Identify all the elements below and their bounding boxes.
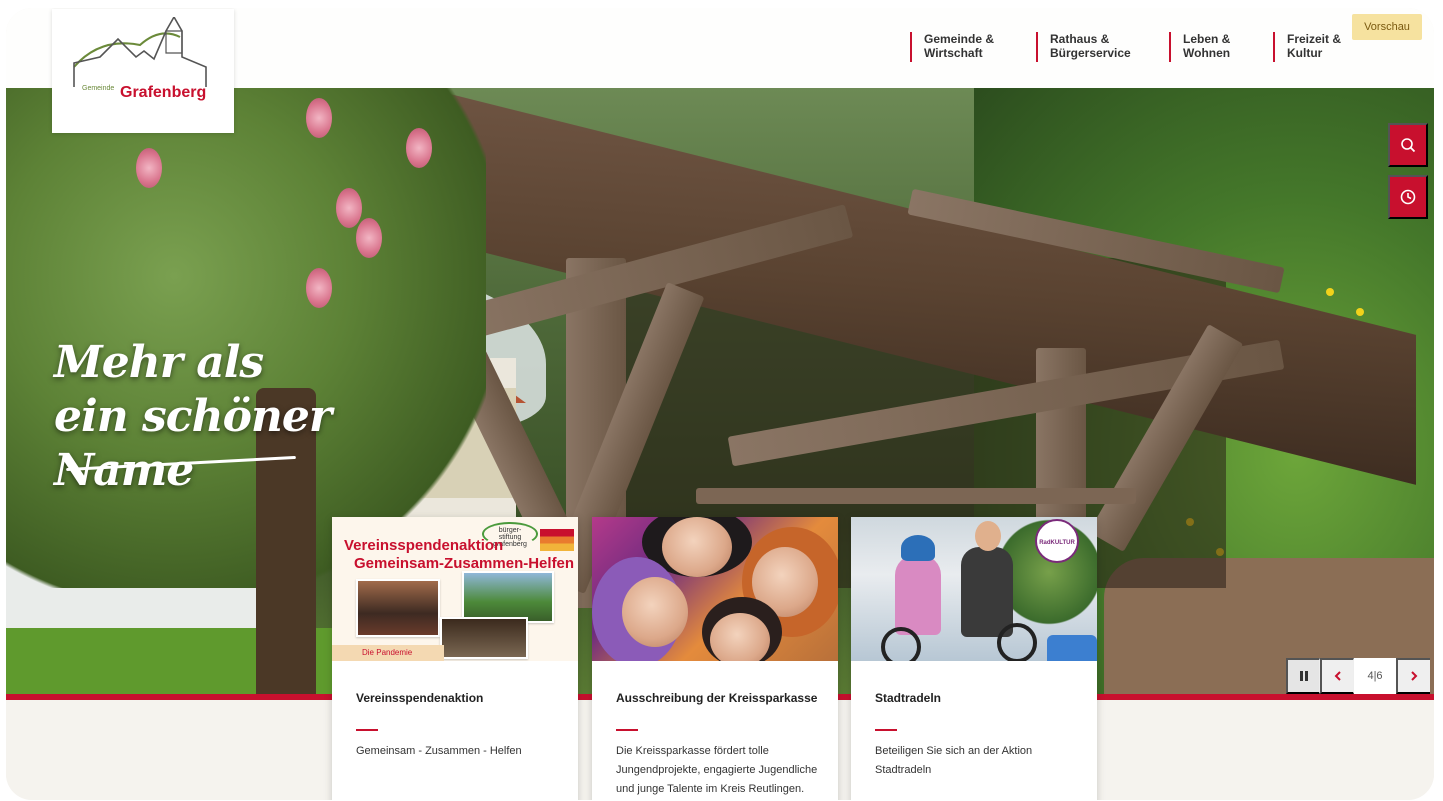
slider-controls: 4|6 xyxy=(1286,658,1430,694)
cycling-photo: RadKULTUR xyxy=(851,517,1097,661)
card-accent-line xyxy=(356,729,378,731)
next-slide-button[interactable] xyxy=(1396,658,1430,694)
blossom xyxy=(356,218,382,258)
search-button[interactable] xyxy=(1388,123,1428,167)
card-text: Beteiligen Sie sich an der Aktion Stadtr… xyxy=(875,745,1033,776)
main-navigation: Gemeinde & Wirtschaft Rathaus & Bürgerse… xyxy=(910,32,1363,66)
logo-name: Grafenberg xyxy=(120,84,207,101)
poster-footer: Die Pandemie xyxy=(332,645,444,661)
news-card[interactable]: RadKULTUR Stadtradeln Beteiligen Sie sic… xyxy=(851,517,1097,800)
radkultur-badge: RadKULTUR xyxy=(1035,519,1079,563)
preview-badge: Vorschau xyxy=(1352,14,1422,40)
blossom xyxy=(406,128,432,168)
slide-counter: 4|6 xyxy=(1367,670,1383,682)
chevron-left-icon xyxy=(1334,671,1341,681)
child xyxy=(895,555,941,635)
nav-gemeinde-wirtschaft[interactable]: Gemeinde & Wirtschaft xyxy=(910,32,1036,62)
page-frame: Mehr als ein schöner Name Gemeinde & Wir… xyxy=(6,8,1434,800)
nav-label: Gemeinde & Wirtschaft xyxy=(924,32,995,60)
logo-small-text: Gemeinde xyxy=(82,85,115,92)
face xyxy=(710,613,770,661)
poster-headline: Vereinsspendenaktion xyxy=(344,537,504,554)
beam xyxy=(696,488,1136,504)
card-text: Die Kreissparkasse fördert tolle Jungend… xyxy=(616,745,818,795)
news-card[interactable]: Ausschreibung der Kreissparkasse Die Kre… xyxy=(592,517,838,800)
poster-subheadline: Gemeinsam-Zusammen-Helfen xyxy=(354,555,575,572)
pause-icon xyxy=(1299,671,1308,681)
card-title: Stadtradeln xyxy=(875,691,942,705)
face xyxy=(622,577,688,647)
history-button[interactable] xyxy=(1388,175,1428,219)
site-logo[interactable]: Gemeinde Grafenberg xyxy=(52,9,234,133)
blossom xyxy=(336,188,362,228)
hero-headline: Mehr als ein schöner Name xyxy=(54,337,332,496)
card-title: Ausschreibung der Kreissparkasse xyxy=(616,691,818,705)
head xyxy=(975,521,1001,551)
band-photo xyxy=(440,617,528,659)
nav-label: Freizeit & Kultur xyxy=(1287,32,1342,60)
nav-freizeit-kultur[interactable]: Freizeit & Kultur xyxy=(1273,32,1363,62)
group-photo xyxy=(462,571,554,623)
poster-stripes xyxy=(540,529,574,551)
flower xyxy=(1326,288,1334,296)
wheel xyxy=(997,623,1037,661)
card-title: Vereinsspendenaktion xyxy=(356,691,484,705)
choir-photo xyxy=(356,579,440,637)
poster-image: bürger- stiftung grafenberg Vereinsspend… xyxy=(332,517,578,661)
previous-slide-button[interactable] xyxy=(1320,658,1354,694)
face xyxy=(662,517,732,577)
blossom xyxy=(136,148,162,188)
flower xyxy=(1356,308,1364,316)
nav-label: Leben & Wohnen xyxy=(1183,32,1231,60)
search-icon xyxy=(1401,138,1416,153)
nav-leben-wohnen[interactable]: Leben & Wohnen xyxy=(1169,32,1273,62)
wheel xyxy=(881,627,921,661)
man xyxy=(961,547,1013,637)
news-card[interactable]: bürger- stiftung grafenberg Vereinsspend… xyxy=(332,517,578,800)
nav-rathaus-buergerservice[interactable]: Rathaus & Bürgerservice xyxy=(1036,32,1169,62)
nav-label: Rathaus & Bürgerservice xyxy=(1050,32,1131,60)
car xyxy=(1047,635,1097,661)
card-image: RadKULTUR xyxy=(851,517,1097,661)
clock-icon xyxy=(1400,189,1416,205)
church-skyline-icon xyxy=(73,17,207,87)
chevron-right-icon xyxy=(1411,671,1418,681)
card-image xyxy=(592,517,838,661)
card-accent-line xyxy=(616,729,638,731)
young-people-photo xyxy=(592,517,838,661)
helmet xyxy=(901,535,935,561)
pause-button[interactable] xyxy=(1286,658,1320,694)
card-accent-line xyxy=(875,729,897,731)
card-image: bürger- stiftung grafenberg Vereinsspend… xyxy=(332,517,578,661)
blossom xyxy=(306,98,332,138)
blossom xyxy=(306,268,332,308)
card-text: Gemeinsam - Zusammen - Helfen xyxy=(356,745,522,757)
